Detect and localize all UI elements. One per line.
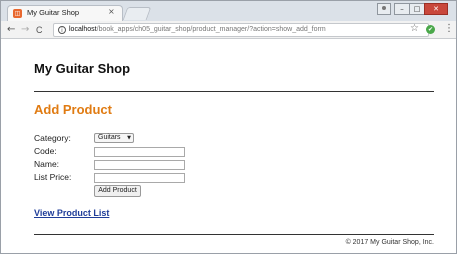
footer-divider [34,234,434,235]
site-title: My Guitar Shop [34,61,131,76]
page-content: My Guitar Shop Add Product Category: Gui… [24,51,436,247]
category-label: Category: [34,133,71,143]
page-heading: Add Product [34,102,112,117]
add-product-button[interactable]: Add Product [94,185,141,197]
browser-window: ◫ My Guitar Shop × – □ ✕ ← → C i localho… [0,0,457,254]
browser-toolbar: ← → C i localhost/book_apps/ch05_guitar_… [1,21,456,39]
favicon-icon: ◫ [13,9,22,18]
category-selected-value: Guitars [98,134,121,141]
forward-arrow-icon[interactable]: → [21,24,29,36]
page-viewport: My Guitar Shop Add Product Category: Gui… [1,39,456,253]
code-label: Code: [34,146,57,156]
code-input[interactable] [94,147,185,157]
maximize-button[interactable]: □ [409,3,425,15]
minimize-button[interactable]: – [394,3,410,15]
url-host: localhost [69,26,97,33]
category-select[interactable]: Guitars ▼ [94,133,134,143]
chevron-down-icon: ▼ [127,135,131,141]
tab-close-icon[interactable]: × [108,7,115,16]
reload-icon[interactable]: C [36,24,43,36]
close-window-button[interactable]: ✕ [424,3,448,15]
new-tab-button[interactable] [122,7,152,20]
view-product-list-link[interactable]: View Product List [34,208,109,218]
bookmark-star-icon[interactable]: ☆ [410,23,419,34]
footer-copyright: © 2017 My Guitar Shop, Inc. [345,239,434,246]
scrollbar[interactable] [448,39,456,253]
address-bar[interactable]: i localhost/book_apps/ch05_guitar_shop/p… [53,23,429,37]
browser-menu-icon[interactable]: ⋮ [444,23,454,34]
name-label: Name: [34,159,60,169]
tab-title: My Guitar Shop [27,8,80,17]
list-price-input[interactable] [94,173,185,183]
window-controls: – □ ✕ [377,3,448,15]
back-arrow-icon[interactable]: ← [7,24,15,36]
site-info-icon[interactable]: i [58,26,66,34]
browser-tab[interactable]: ◫ My Guitar Shop × [7,5,123,21]
url-text[interactable]: localhost/book_apps/ch05_guitar_shop/pro… [69,26,326,33]
extension-check-icon[interactable]: ✔ [426,25,435,34]
name-input[interactable] [94,160,185,170]
title-bar: ◫ My Guitar Shop × – □ ✕ [1,1,456,21]
header-divider [34,91,434,92]
url-path: /book_apps/ch05_guitar_shop/product_mana… [96,26,326,33]
list-price-label: List Price: [34,172,72,182]
user-profile-icon[interactable] [377,3,391,15]
